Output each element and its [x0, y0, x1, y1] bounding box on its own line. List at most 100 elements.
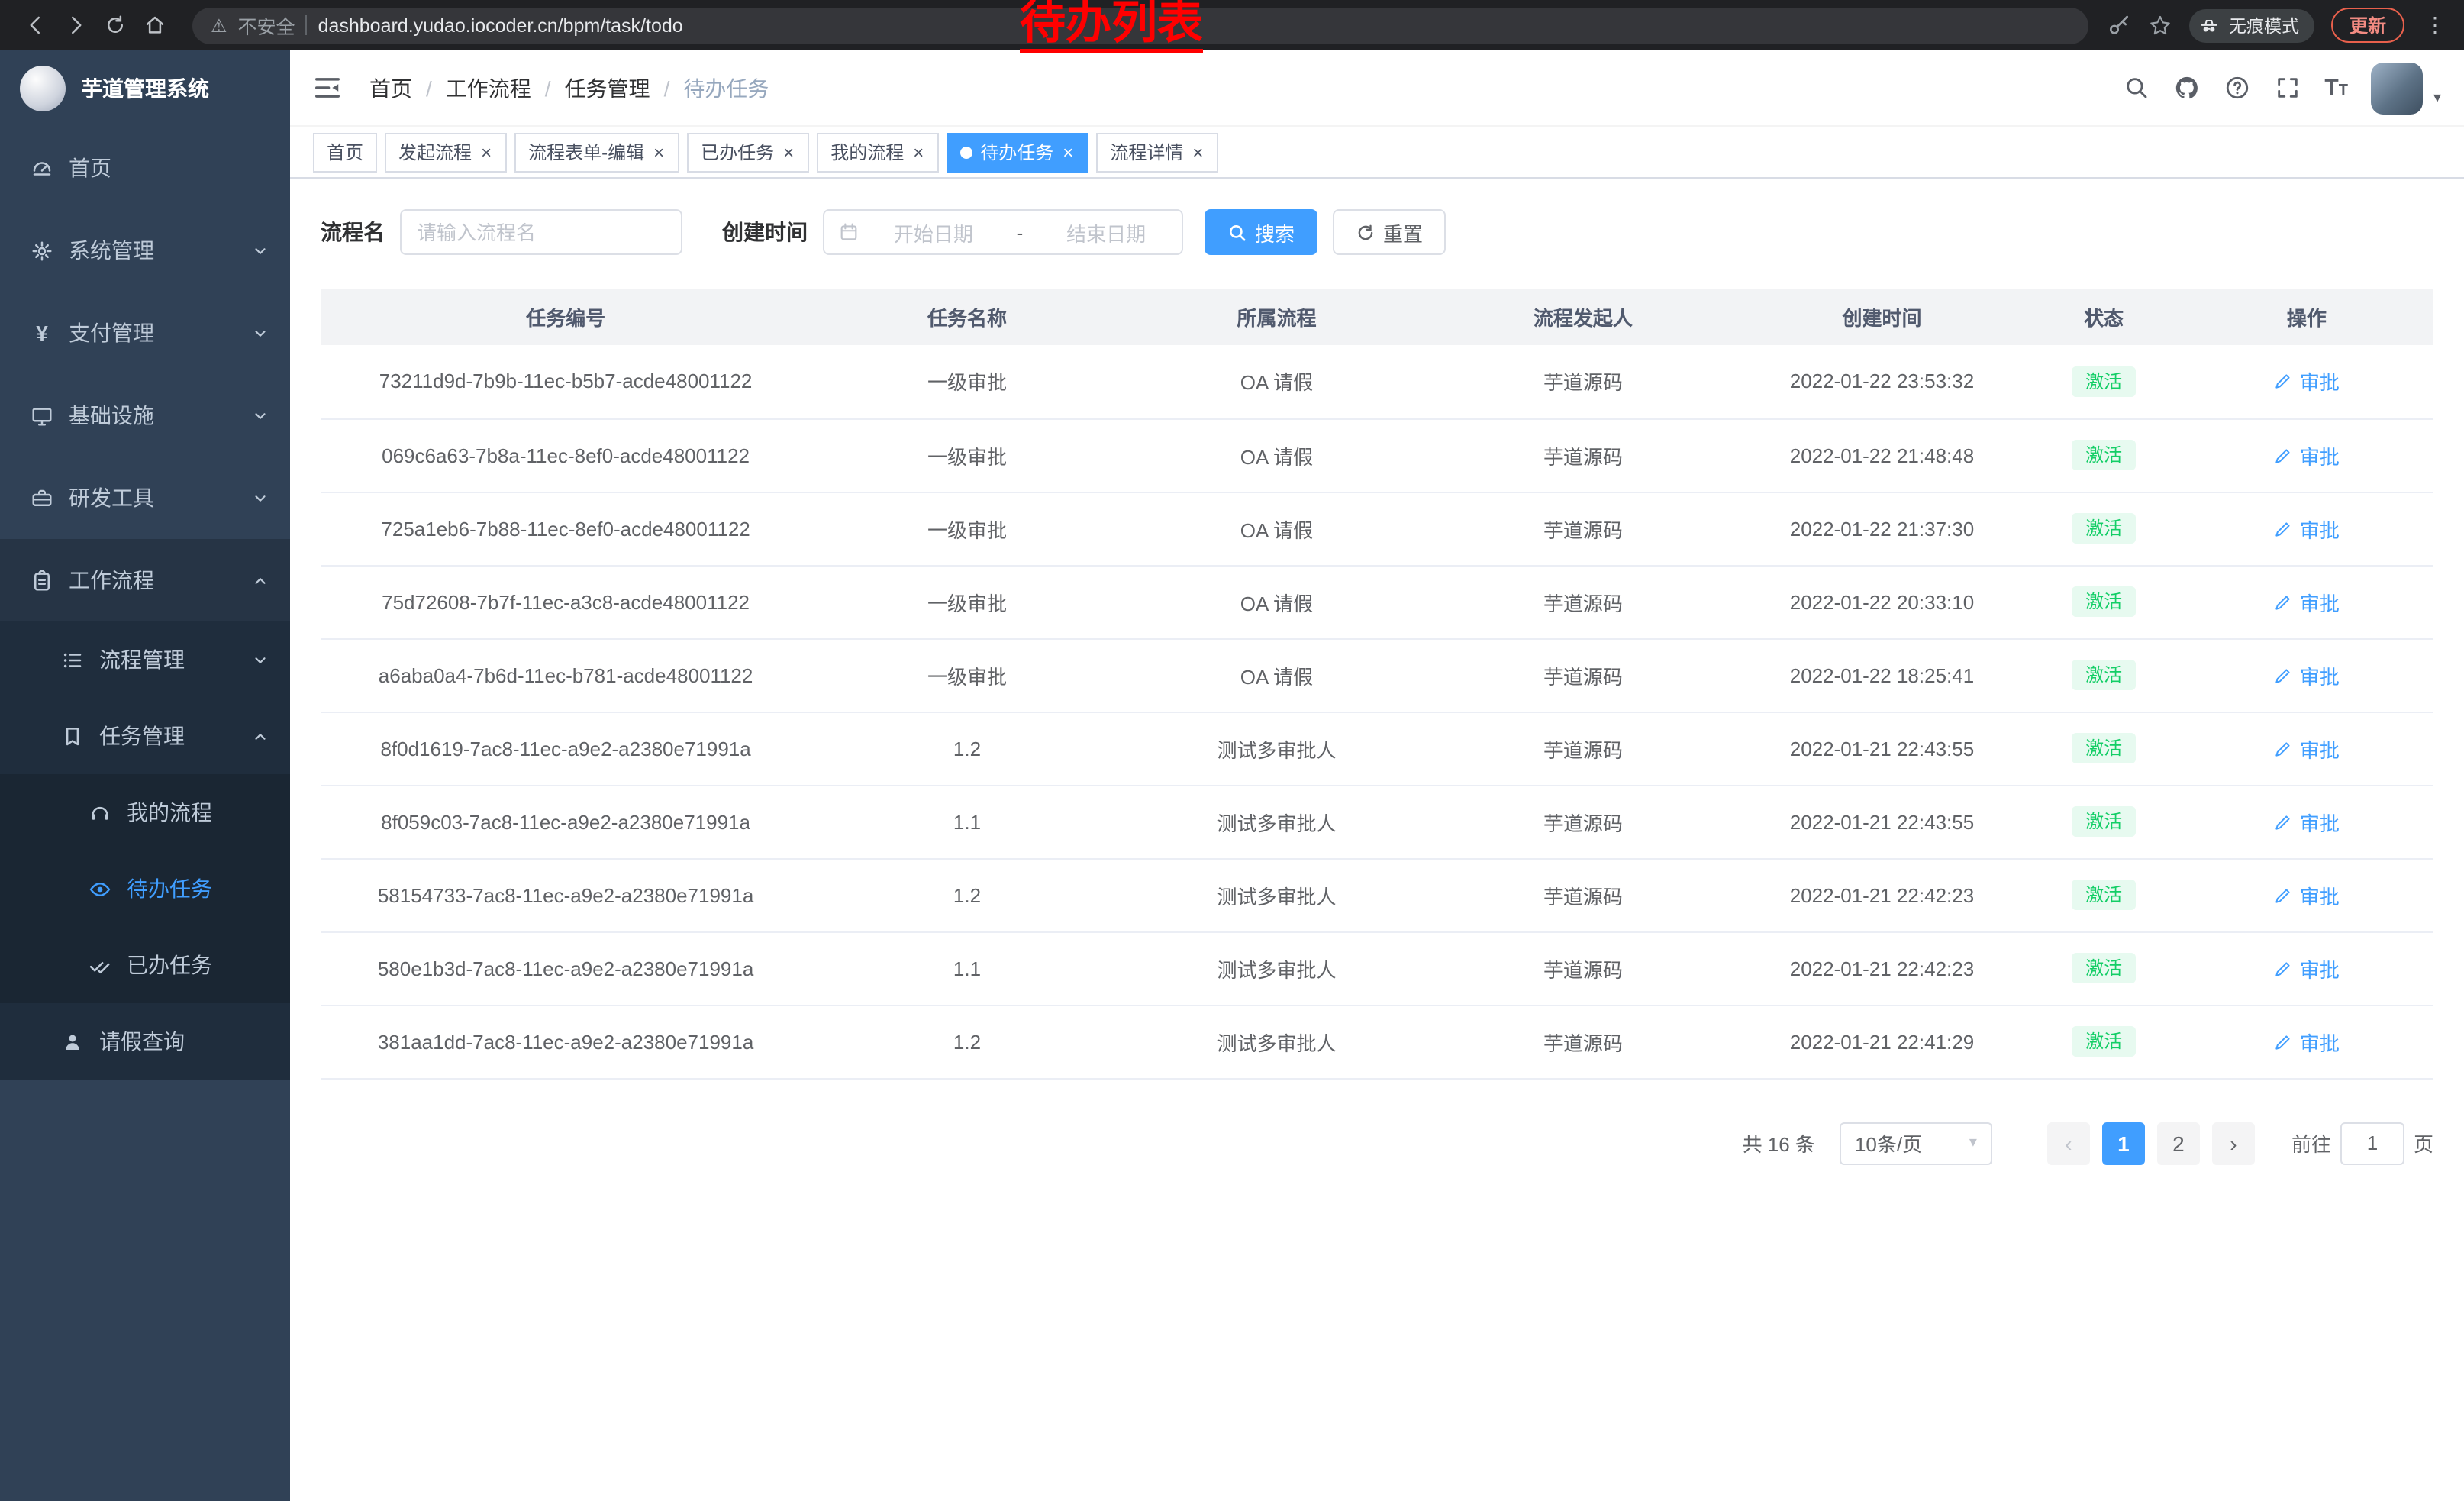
tab-close-icon[interactable]: ×	[782, 143, 795, 161]
sidebar-item-process-management[interactable]: 流程管理	[0, 621, 290, 698]
tab-4[interactable]: 我的流程 ×	[817, 132, 939, 172]
cell-task-name: 一级审批	[811, 638, 1124, 712]
date-range-input[interactable]: 开始日期 - 结束日期	[823, 209, 1183, 255]
cell-task-id: 58154733-7ac8-11ec-a9e2-a2380e71991a	[321, 858, 811, 931]
avatar-caret-icon: ▾	[2433, 89, 2441, 106]
approve-link[interactable]: 审批	[2274, 441, 2340, 470]
browser-forward-button[interactable]	[55, 5, 95, 45]
cell-starter: 芋道源码	[1430, 492, 1736, 565]
url-text: dashboard.yudao.iocoder.cn/bpm/task/todo	[318, 15, 683, 36]
navbar-right: TT ▾	[2123, 62, 2441, 114]
monitor-icon	[31, 404, 53, 427]
tab-2[interactable]: 流程表单-编辑 ×	[514, 132, 679, 172]
eye-icon	[89, 877, 111, 900]
cell-process: OA 请假	[1124, 418, 1430, 492]
search-icon[interactable]	[2123, 74, 2150, 102]
approve-link[interactable]: 审批	[2274, 880, 2340, 909]
approve-link[interactable]: 审批	[2274, 514, 2340, 543]
approve-link[interactable]: 审批	[2274, 1027, 2340, 1056]
breadcrumb-item[interactable]: 工作流程	[446, 73, 531, 103]
column-process: 所属流程	[1124, 289, 1430, 345]
browser-home-button[interactable]	[134, 5, 174, 45]
reset-button[interactable]: 重置	[1333, 209, 1446, 255]
sidebar-item-todo-tasks[interactable]: 待办任务	[0, 851, 290, 927]
search-button[interactable]: 搜索	[1205, 209, 1317, 255]
cell-action: 审批	[2180, 1005, 2433, 1078]
page-button-1[interactable]: 1	[2102, 1122, 2145, 1164]
dashboard-icon	[31, 157, 53, 179]
approve-link[interactable]: 审批	[2274, 807, 2340, 836]
fullscreen-icon[interactable]	[2274, 74, 2301, 102]
avatar[interactable]	[2371, 62, 2423, 114]
sidebar-item-label: 任务管理	[99, 721, 185, 751]
next-page-button[interactable]: ›	[2212, 1122, 2255, 1164]
incognito-badge: 无痕模式	[2189, 8, 2314, 42]
tab-close-icon[interactable]: ×	[652, 143, 666, 161]
approve-link[interactable]: 审批	[2274, 367, 2340, 396]
help-icon[interactable]	[2224, 74, 2251, 102]
status-badge: 激活	[2072, 806, 2136, 838]
prev-page-button[interactable]: ‹	[2047, 1122, 2090, 1164]
sidebar-item-task-management[interactable]: 任务管理	[0, 698, 290, 774]
tab-close-icon[interactable]: ×	[1061, 143, 1075, 161]
github-icon[interactable]	[2173, 74, 2201, 102]
cell-action: 审批	[2180, 418, 2433, 492]
breadcrumb-item[interactable]: 首页	[369, 73, 412, 103]
tab-3[interactable]: 已办任务×	[687, 132, 809, 172]
sidebar-item-home[interactable]: 首页	[0, 127, 290, 209]
tab-close-icon[interactable]: ×	[479, 143, 493, 161]
incognito-label: 无痕模式	[2229, 13, 2299, 37]
browser-update-button[interactable]: 更新	[2331, 8, 2404, 43]
approve-link[interactable]: 审批	[2274, 587, 2340, 616]
create-time-label: 创建时间	[722, 217, 808, 247]
page-size-select[interactable]: 10条/页 ▾	[1840, 1122, 1992, 1164]
sidebar-item-workflow[interactable]: 工作流程	[0, 539, 290, 621]
browser-menu-icon[interactable]: ⋮	[2421, 12, 2449, 38]
cell-process: 测试多审批人	[1124, 712, 1430, 785]
approve-link[interactable]: 审批	[2274, 660, 2340, 689]
cell-task-id: 580e1b3d-7ac8-11ec-a9e2-a2380e71991a	[321, 931, 811, 1005]
tab-6[interactable]: 流程详情×	[1096, 132, 1218, 172]
sidebar-toggle-button[interactable]	[313, 71, 347, 105]
browser-back-button[interactable]	[15, 5, 55, 45]
sidebar-item-system[interactable]: 系统管理	[0, 209, 290, 292]
tab-close-icon[interactable]: ×	[1191, 143, 1205, 161]
tab-1[interactable]: 发起流程×	[385, 132, 507, 172]
breadcrumb-item-current: 待办任务	[683, 73, 769, 103]
sidebar-item-my-process[interactable]: 我的流程	[0, 774, 290, 851]
sidebar-item-leave-query[interactable]: 请假查询	[0, 1003, 290, 1080]
list-icon	[61, 648, 84, 671]
app-logo[interactable]: 芋道管理系统	[0, 50, 290, 127]
password-key-icon[interactable]	[2107, 13, 2131, 37]
approve-link[interactable]: 审批	[2274, 734, 2340, 763]
sidebar-item-dev-tools[interactable]: 研发工具	[0, 457, 290, 539]
tab-label: 我的流程	[830, 139, 904, 165]
start-date-placeholder: 开始日期	[872, 218, 995, 247]
tab-label: 流程表单-编辑	[528, 139, 644, 165]
approve-link[interactable]: 审批	[2274, 954, 2340, 983]
yen-icon: ¥	[31, 321, 53, 345]
bookmark-star-icon[interactable]	[2148, 13, 2172, 37]
cell-starter: 芋道源码	[1430, 345, 1736, 418]
sidebar-item-infrastructure[interactable]: 基础设施	[0, 374, 290, 457]
breadcrumb-item[interactable]: 任务管理	[565, 73, 650, 103]
chrome-toolbar-right: 无痕模式 更新 ⋮	[2107, 8, 2449, 43]
browser-reload-button[interactable]	[95, 5, 134, 45]
sidebar-item-done-tasks[interactable]: 已办任务	[0, 927, 290, 1003]
chevron-down-icon	[252, 242, 269, 259]
sidebar-item-payment[interactable]: ¥ 支付管理	[0, 292, 290, 374]
cell-process: 测试多审批人	[1124, 931, 1430, 1005]
app-title: 芋道管理系统	[81, 73, 209, 104]
goto-page-input[interactable]	[2340, 1122, 2404, 1164]
process-name-input[interactable]	[400, 209, 682, 255]
address-bar[interactable]: ⚠ 不安全 dashboard.yudao.iocoder.cn/bpm/tas…	[192, 7, 2088, 44]
tab-close-icon[interactable]: ×	[911, 143, 925, 161]
tab-5[interactable]: 待办任务×	[947, 132, 1088, 172]
status-badge: 激活	[2072, 513, 2136, 544]
incognito-icon	[2198, 15, 2220, 36]
page-button-2[interactable]: 2	[2157, 1122, 2200, 1164]
font-size-icon[interactable]: TT	[2324, 76, 2348, 99]
cell-starter: 芋道源码	[1430, 418, 1736, 492]
tab-0[interactable]: 首页	[313, 132, 377, 172]
cell-task-id: a6aba0a4-7b6d-11ec-b781-acde48001122	[321, 638, 811, 712]
